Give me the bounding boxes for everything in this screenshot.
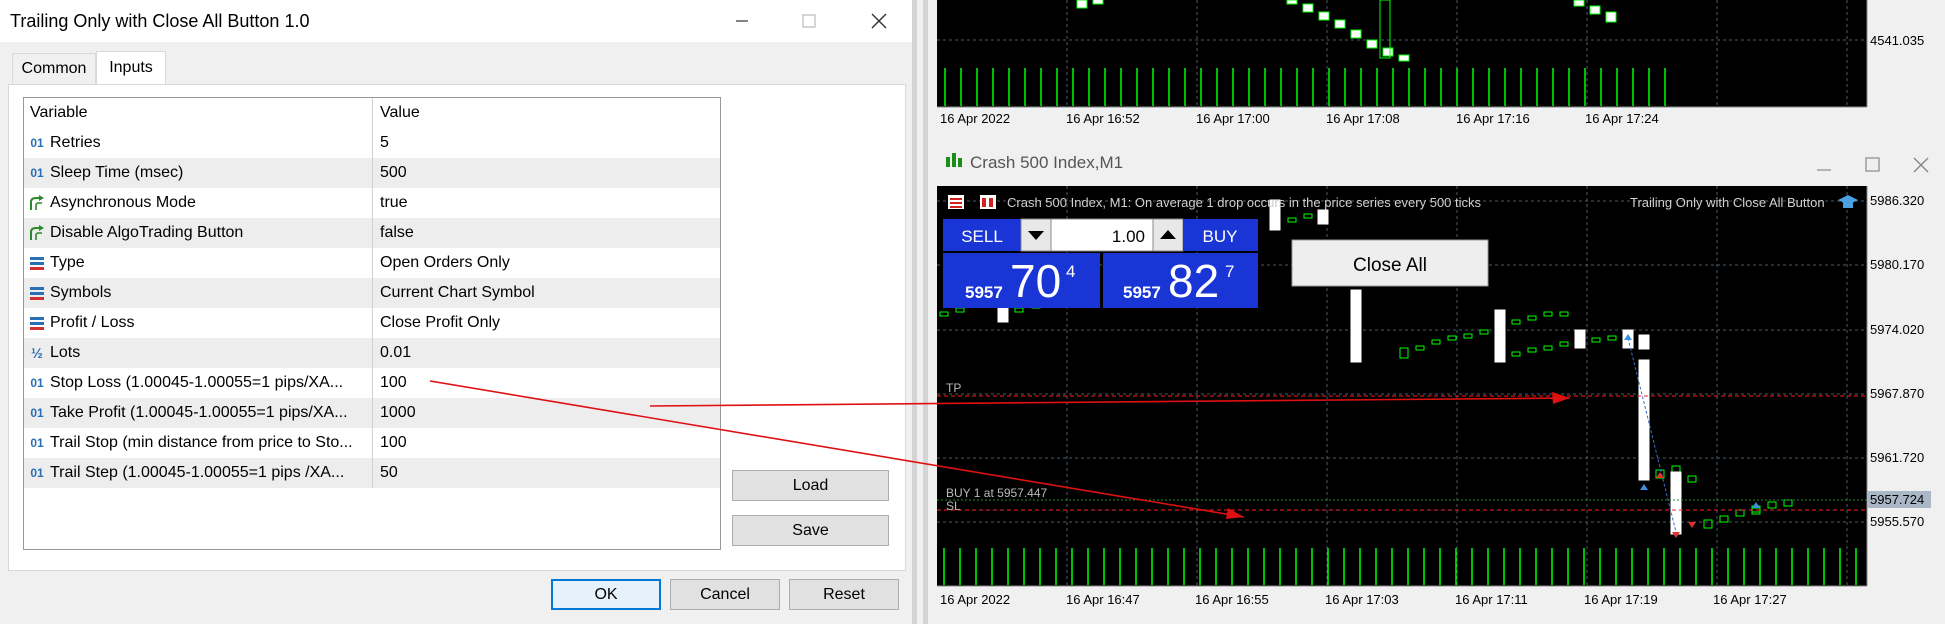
buy-price-small: 5957	[1123, 283, 1161, 302]
buy-price-big: 82	[1168, 255, 1219, 307]
candle	[1092, 0, 1104, 5]
chart-window-title: Crash 500 Index,M1	[970, 153, 1123, 172]
candle	[1286, 0, 1298, 5]
price-label: 5961.720	[1870, 450, 1924, 465]
price-label: 5980.170	[1870, 257, 1924, 272]
price-label: 5955.570	[1870, 514, 1924, 529]
buy-price-sup: 7	[1225, 262, 1234, 281]
time-label: 16 Apr 2022	[940, 111, 1010, 126]
price-label: 5986.320	[1870, 193, 1924, 208]
current-price: 5957.724	[1870, 492, 1924, 507]
sell-price-sup: 4	[1066, 262, 1075, 281]
sell-label: SELL	[961, 227, 1003, 246]
sell-price-big: 70	[1010, 255, 1061, 307]
charts-svg: 4541.035 16 Apr 2022 16 Apr 16:52 16 Apr 1…	[429, 0, 1945, 624]
main-chart-window: Crash 500 Index,M1 TP SL BUY 1 at 5957.4…	[928, 144, 1945, 624]
candle	[1302, 3, 1314, 13]
candle	[997, 307, 1009, 323]
candle	[1382, 47, 1394, 57]
time-label: 16 Apr 17:11	[1455, 592, 1528, 607]
time-label: 16 Apr 16:52	[1066, 111, 1140, 126]
candle	[1589, 5, 1601, 15]
time-label: 16 Apr 17:16	[1456, 111, 1530, 126]
time-label: 16 Apr 17:08	[1326, 111, 1400, 126]
candle	[1574, 329, 1586, 349]
top-price-label: 4541.035	[1870, 33, 1924, 48]
top-chart: 4541.035 16 Apr 2022 16 Apr 16:52 16 Apr 1…	[937, 0, 1945, 130]
candle	[1317, 209, 1329, 225]
price-label: 5974.020	[1870, 322, 1924, 337]
time-label: 16 Apr 17:03	[1325, 592, 1399, 607]
ea-name-label: Trailing Only with Close All Button	[1630, 195, 1825, 210]
lot-value: 1.00	[1112, 227, 1145, 246]
candle	[1318, 11, 1330, 21]
chart-info-text: Crash 500 Index, M1: On average 1 drop o…	[1007, 195, 1482, 210]
time-label: 16 Apr 17:19	[1584, 592, 1658, 607]
time-label: 16 Apr 16:55	[1195, 592, 1269, 607]
position-label: BUY 1 at 5957.447	[946, 486, 1048, 500]
price-label: 5967.870	[1870, 386, 1924, 401]
time-label: 16 Apr 16:47	[1066, 592, 1140, 607]
candle	[1366, 39, 1378, 49]
candle	[1350, 29, 1362, 39]
tp-label: TP	[946, 381, 961, 395]
candle	[1076, 0, 1088, 9]
candle	[1334, 19, 1346, 29]
sell-price-small: 5957	[965, 283, 1003, 302]
candle	[1573, 0, 1585, 7]
candle	[1638, 359, 1650, 481]
top-chart-canvas[interactable]	[937, 0, 1867, 107]
time-label: 16 Apr 17:27	[1713, 592, 1787, 607]
candle	[1350, 289, 1362, 363]
sl-label: SL	[946, 499, 961, 513]
buy-label: BUY	[1203, 227, 1238, 246]
candle	[1638, 334, 1650, 350]
candle	[1605, 11, 1617, 23]
candle	[1398, 54, 1410, 62]
time-label: 16 Apr 17:24	[1585, 111, 1659, 126]
candle	[1670, 471, 1682, 535]
time-label: 16 Apr 2022	[940, 592, 1010, 607]
candle	[1494, 309, 1506, 363]
close-all-label: Close All	[1353, 255, 1427, 276]
time-label: 16 Apr 17:00	[1196, 111, 1270, 126]
